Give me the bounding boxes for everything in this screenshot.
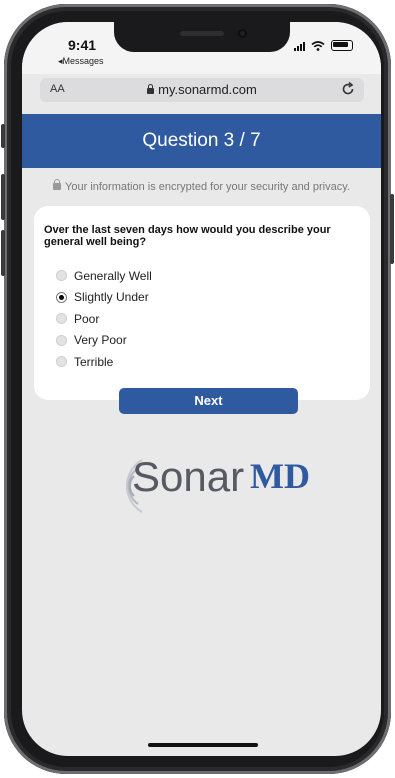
next-button[interactable]: Next — [119, 388, 298, 414]
radio-button[interactable] — [56, 356, 67, 368]
radio-button[interactable] — [56, 270, 67, 282]
option-slightly-under[interactable]: Slightly Under — [56, 287, 152, 309]
answer-options: Generally Well Slightly Under Poor Very … — [56, 265, 152, 373]
option-label: Slightly Under — [74, 290, 149, 305]
logo-md-text: MD — [250, 456, 310, 496]
screen: 9:41 ◂Messages AA my.sonarmd.com Questio… — [22, 22, 381, 756]
address-bar[interactable]: AA my.sonarmd.com — [40, 78, 364, 102]
question-text: Over the last seven days how would you d… — [44, 224, 331, 248]
question-counter: Question 3 / 7 — [142, 130, 261, 151]
front-camera — [238, 29, 247, 38]
status-icons — [294, 40, 353, 51]
status-time: 9:41 — [68, 37, 97, 53]
lock-icon — [147, 84, 155, 94]
phone-frame: 9:41 ◂Messages AA my.sonarmd.com Questio… — [1, 4, 394, 774]
signal-icon — [294, 42, 305, 51]
reload-icon[interactable] — [340, 81, 356, 97]
battery-icon — [331, 40, 353, 51]
privacy-text: Your information is encrypted for your s… — [65, 181, 350, 193]
back-to-messages-link[interactable]: ◂Messages — [58, 56, 104, 67]
sonarmd-logo: Sonar MD — [106, 446, 326, 526]
privacy-notice: Your information is encrypted for your s… — [22, 179, 381, 193]
power-button — [390, 194, 394, 264]
volume-down-button — [1, 230, 5, 276]
option-label: Very Poor — [74, 333, 127, 348]
option-generally-well[interactable]: Generally Well — [56, 265, 152, 287]
radio-button[interactable] — [56, 313, 67, 325]
question-header: Question 3 / 7 — [22, 114, 381, 168]
option-poor[interactable]: Poor — [56, 308, 152, 330]
speaker — [180, 31, 224, 36]
notch — [114, 22, 290, 52]
wifi-icon — [311, 41, 325, 51]
logo-sonar-text: Sonar — [132, 453, 245, 500]
url-text: my.sonarmd.com — [158, 82, 257, 97]
mute-switch — [1, 124, 5, 148]
radio-button-selected[interactable] — [56, 291, 67, 303]
home-indicator[interactable] — [148, 743, 258, 747]
radio-button[interactable] — [56, 334, 67, 346]
option-label: Terrible — [74, 354, 114, 369]
option-terrible[interactable]: Terrible — [56, 351, 152, 373]
option-very-poor[interactable]: Very Poor — [56, 330, 152, 352]
url-field[interactable]: my.sonarmd.com — [40, 82, 364, 97]
volume-up-button — [1, 174, 5, 220]
lock-icon — [53, 179, 62, 190]
option-label: Poor — [74, 311, 100, 326]
option-label: Generally Well — [74, 268, 152, 283]
